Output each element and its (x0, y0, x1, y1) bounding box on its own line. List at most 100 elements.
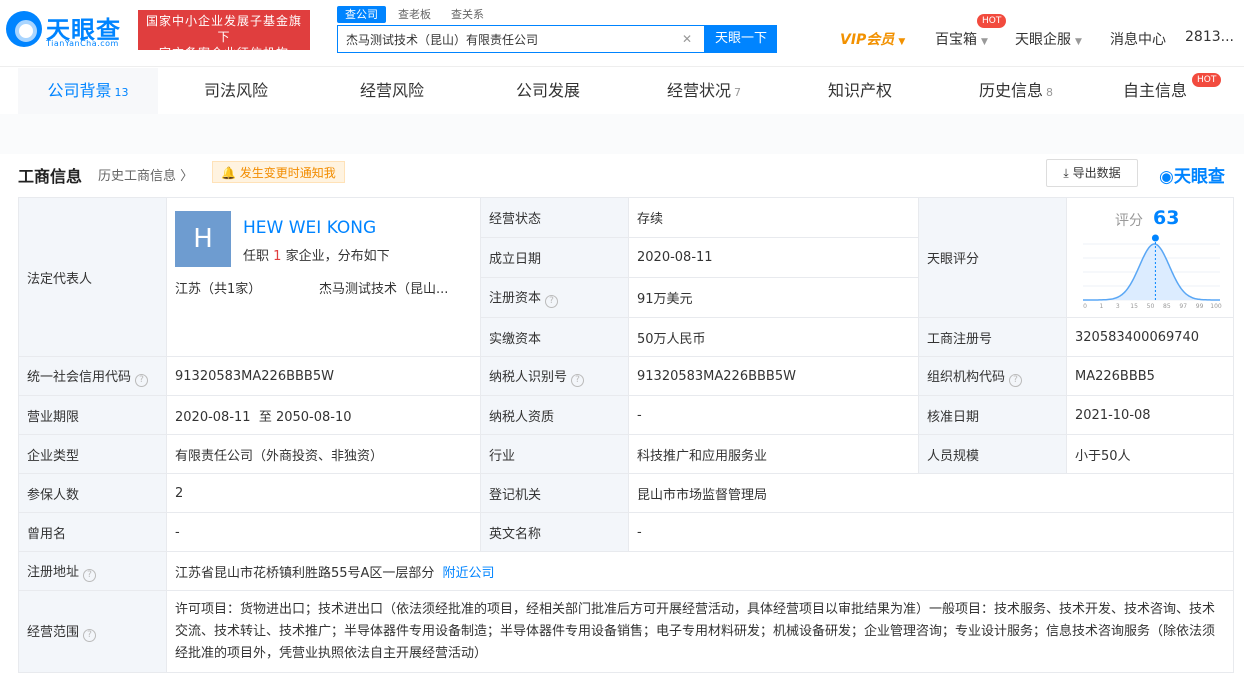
business-term-label: 营业期限 (18, 395, 167, 435)
score-value: 63 (1153, 206, 1180, 229)
paid-capital-label: 实缴资本 (480, 317, 629, 357)
chevron-down-icon: ▼ (1075, 37, 1082, 47)
vip-menu[interactable]: VIP会员 ▼ (840, 29, 905, 49)
tab-label: 公司背景 (47, 81, 112, 100)
status-label: 经营状态 (480, 197, 629, 238)
notify-label: 发生变更时通知我 (239, 166, 336, 180)
business-scope-value: 许可项目：货物进出口；技术进出口（依法须经批准的项目，经相关部门批准后方可开展经… (166, 590, 1234, 673)
eye-logo-icon: ◉ (1159, 167, 1174, 187)
notify-on-change-button[interactable]: 🔔 发生变更时通知我 (212, 161, 345, 183)
search-box: ✕ (337, 25, 705, 53)
section-title: 工商信息 (18, 167, 83, 186)
score-tick-label: 100 (1210, 303, 1222, 310)
former-name-label: 曾用名 (18, 512, 167, 552)
tab-history-info[interactable]: 历史信息 8 (946, 68, 1086, 114)
official-fund-badge: 国家中小企业发展子基金旗下 官方备案企业征信机构 (138, 10, 310, 60)
status-value: 存续 (628, 197, 919, 238)
legal-rep-cell: H HEW WEI KONG 任职 1 家企业，分布如下 江苏（共1家） 杰马测… (166, 197, 481, 357)
chevron-down-icon: ▼ (898, 37, 906, 47)
search-input[interactable] (338, 26, 673, 52)
search-tab-company[interactable]: 查公司 (337, 6, 386, 23)
search-tab-relation[interactable]: 查关系 (443, 6, 492, 23)
brand-text: 天眼查 (1173, 167, 1225, 187)
help-icon[interactable]: ? (571, 373, 585, 387)
nearby-companies-link[interactable]: 附近公司 (442, 566, 494, 581)
message-center[interactable]: 消息中心 (1110, 29, 1166, 49)
legal-rep-region: 江苏（共1家） (175, 282, 262, 297)
baibaoxiang-label: 百宝箱 (935, 32, 977, 48)
tab-operating-status[interactable]: 经营状况 7 (634, 68, 774, 114)
help-icon[interactable]: ? (1009, 373, 1023, 387)
legal-rep-company-link[interactable]: 杰马测试技术（昆山... (319, 278, 464, 297)
fund-badge-line2: 官方备案企业征信机构 (158, 46, 289, 60)
user-menu[interactable]: 2813... (1185, 29, 1234, 45)
history-link-label: 历史工商信息 (98, 169, 177, 184)
tab-company-background[interactable]: 公司背景 13 (18, 68, 158, 114)
export-icon: ⤓ (1063, 166, 1069, 180)
reg-authority-value: 昆山市市场监督管理局 (628, 473, 1234, 513)
clear-icon[interactable]: ✕ (682, 32, 692, 46)
tab-operation-risk[interactable]: 经营风险 (322, 68, 462, 114)
reg-capital-label: 注册资本 (489, 291, 542, 306)
export-data-button[interactable]: ⤓ 导出数据 (1046, 159, 1138, 187)
qifu-menu[interactable]: 天眼企服 ▼ (1015, 29, 1082, 49)
qifu-label: 天眼企服 (1015, 32, 1071, 48)
search-button[interactable]: 天眼一下 (705, 25, 777, 53)
search-tab-boss[interactable]: 查老板 (390, 6, 439, 23)
reg-number-label: 工商注册号 (918, 317, 1067, 357)
org-code-label: 组织机构代码 (927, 369, 1006, 385)
tianyancha-logo[interactable]: 天眼查 TianYanCha.com (6, 8, 131, 54)
score-tick-label: 0 (1083, 303, 1087, 310)
english-name-label: 英文名称 (480, 512, 629, 552)
score-tick-label: 1 (1099, 303, 1103, 310)
org-code-value: MA226BBB5 (1066, 356, 1234, 396)
credit-code-value: 91320583MA226BBB5W (166, 356, 481, 396)
history-business-info-link[interactable]: 历史工商信息 〉 (98, 165, 193, 184)
help-icon[interactable]: ? (83, 568, 97, 582)
reg-address-label-cell: 注册地址? (18, 551, 167, 591)
reg-capital-value: 91万美元 (628, 277, 919, 318)
tab-company-development[interactable]: 公司发展 (478, 68, 618, 114)
help-icon[interactable]: ? (83, 629, 97, 642)
reg-capital-label-cell: 注册资本? (480, 277, 629, 318)
help-icon[interactable]: ? (545, 295, 559, 308)
org-code-label-cell: 组织机构代码? (918, 356, 1067, 396)
chevron-down-icon: ▼ (981, 37, 988, 47)
eye-logo-icon (6, 11, 42, 47)
legal-rep-name[interactable]: HEW WEI KONG (243, 218, 376, 238)
tab-count: 13 (114, 86, 129, 99)
score-label: 天眼评分 (918, 197, 1067, 318)
tab-label: 经营风险 (359, 81, 424, 100)
score-tick-label: 85 (1163, 303, 1171, 310)
english-name-value: - (628, 512, 1234, 552)
business-scope-label: 经营范围 (27, 625, 80, 640)
company-tabs: 公司背景 13 司法风险 经营风险 公司发展 经营状况 7 知识产权 历史信息 8 自… (0, 68, 1244, 114)
tab-label: 司法风险 (203, 81, 268, 100)
insured-count-label: 参保人数 (18, 473, 167, 513)
tab-intellectual-property[interactable]: 知识产权 (790, 68, 930, 114)
brand-watermark: ◉天眼查 (1159, 162, 1225, 187)
company-type-value: 有限责任公司（外商投资、非独资） (166, 434, 481, 474)
detail-count: 1 (273, 249, 282, 264)
reg-number-value: 320583400069740 (1066, 317, 1234, 357)
tab-label: 经营状况 (666, 81, 731, 100)
tab-label: 知识产权 (827, 81, 892, 100)
tab-count: 8 (1046, 86, 1053, 99)
score-distribution-chart: 0 1 3 15 50 85 97 99 100 (1083, 234, 1222, 310)
taxpayer-qual-value: - (628, 395, 919, 435)
taxpayer-id-label-cell: 纳税人识别号? (480, 356, 629, 396)
tab-judicial-risk[interactable]: 司法风险 (166, 68, 306, 114)
help-icon[interactable]: ? (135, 373, 149, 387)
avatar[interactable]: H (175, 211, 231, 267)
taxpayer-id-value: 91320583MA226BBB5W (628, 356, 919, 396)
legal-rep-label: 法定代表人 (18, 197, 167, 357)
score-marker-pin (1151, 234, 1159, 241)
reg-authority-label: 登记机关 (480, 473, 629, 513)
business-term-value: 2020-08-11 至 2050-08-10 (166, 395, 481, 435)
baibaoxiang-menu[interactable]: 百宝箱 ▼ (935, 29, 988, 49)
approval-date-value: 2021-10-08 (1066, 395, 1234, 435)
paid-capital-value: 50万人民币 (628, 317, 919, 357)
score-tick-label: 97 (1179, 303, 1187, 310)
section-header: 工商信息 历史工商信息 〉 🔔 发生变更时通知我 ⤓ 导出数据 ◉天眼查 (18, 158, 1233, 190)
score-tick-label: 15 (1130, 303, 1138, 310)
